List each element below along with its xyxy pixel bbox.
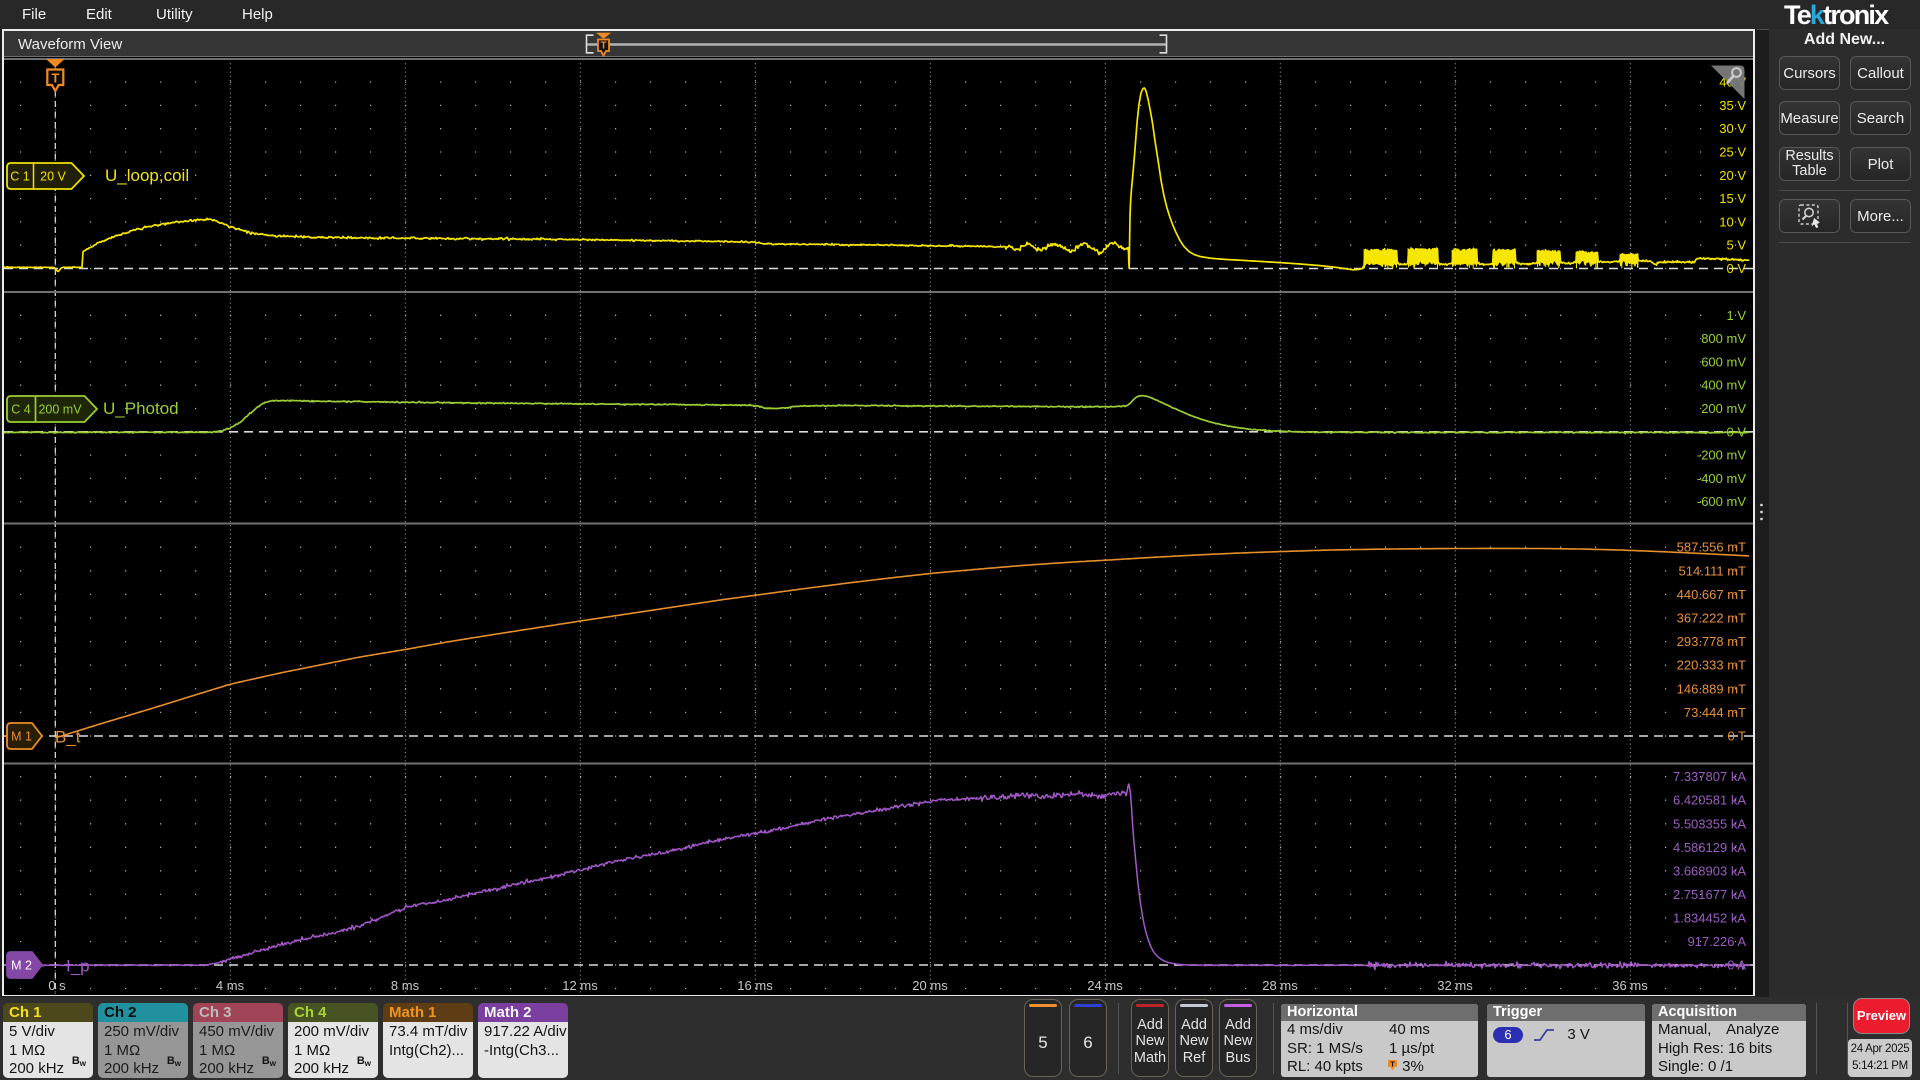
svg-text:0 A: 0 A <box>1727 958 1746 973</box>
svg-text:200 mV: 200 mV <box>1701 401 1746 416</box>
svg-text:3.668903 kA: 3.668903 kA <box>1673 863 1746 878</box>
svg-text:5.503355 kA: 5.503355 kA <box>1673 816 1746 831</box>
svg-text:2.751677 kA: 2.751677 kA <box>1673 887 1746 902</box>
svg-text:30 V: 30 V <box>1719 121 1746 136</box>
svg-text:1.834452 kA: 1.834452 kA <box>1673 910 1746 925</box>
svg-text:16 ms: 16 ms <box>737 978 773 993</box>
svg-text:6.420581 kA: 6.420581 kA <box>1673 793 1746 808</box>
svg-text:440.667 mT: 440.667 mT <box>1677 587 1746 602</box>
svg-text:367.222 mT: 367.222 mT <box>1677 611 1746 626</box>
svg-text:0 V: 0 V <box>1726 424 1746 439</box>
svg-text:4 ms: 4 ms <box>216 978 245 993</box>
svg-text:C 1: C 1 <box>10 170 30 184</box>
svg-text:15 V: 15 V <box>1719 191 1746 206</box>
svg-text:0 T: 0 T <box>1727 729 1746 744</box>
svg-text:587.556 mT: 587.556 mT <box>1677 540 1746 555</box>
svg-text:T: T <box>600 40 606 51</box>
svg-text:12 ms: 12 ms <box>562 978 598 993</box>
svg-text:200 mV: 200 mV <box>38 403 82 417</box>
svg-text:M 1: M 1 <box>11 730 32 744</box>
svg-text:28 ms: 28 ms <box>1262 978 1298 993</box>
svg-text:32 ms: 32 ms <box>1437 978 1473 993</box>
svg-text:20 V: 20 V <box>1719 168 1746 183</box>
svg-text:20 V: 20 V <box>40 170 66 184</box>
svg-text:400 mV: 400 mV <box>1701 378 1746 393</box>
svg-text:-400 mV: -400 mV <box>1697 471 1746 486</box>
svg-text:M 2: M 2 <box>11 959 32 973</box>
svg-text:25 V: 25 V <box>1719 145 1746 160</box>
svg-text:10 V: 10 V <box>1719 214 1746 229</box>
svg-text:20 ms: 20 ms <box>912 978 948 993</box>
svg-text:220.333 mT: 220.333 mT <box>1677 658 1746 673</box>
svg-text:T: T <box>1390 1060 1395 1069</box>
svg-text:0 s: 0 s <box>48 978 66 993</box>
svg-text:I_p: I_p <box>66 957 90 976</box>
svg-text:C 4: C 4 <box>11 403 31 417</box>
svg-text:-200 mV: -200 mV <box>1697 448 1746 463</box>
svg-text:7.337807 kA: 7.337807 kA <box>1673 769 1746 784</box>
svg-text:-600 mV: -600 mV <box>1697 494 1746 509</box>
svg-text:U_loop,coil: U_loop,coil <box>105 166 189 185</box>
svg-text:U_Photod: U_Photod <box>103 399 179 418</box>
svg-text:24 ms: 24 ms <box>1087 978 1123 993</box>
svg-text:146.889 mT: 146.889 mT <box>1677 681 1746 696</box>
svg-text:35 V: 35 V <box>1719 98 1746 113</box>
svg-text:514.111 mT: 514.111 mT <box>1679 563 1747 578</box>
svg-text:293.778 mT: 293.778 mT <box>1677 634 1746 649</box>
svg-text:1 V: 1 V <box>1726 308 1746 323</box>
svg-text:T: T <box>51 71 59 86</box>
svg-text:0 V: 0 V <box>1726 261 1746 276</box>
svg-text:600 mV: 600 mV <box>1701 354 1746 369</box>
svg-text:73.444 mT: 73.444 mT <box>1684 705 1746 720</box>
svg-text:917.226 A: 917.226 A <box>1687 934 1746 949</box>
svg-text:36 ms: 36 ms <box>1612 978 1648 993</box>
svg-text:5 V: 5 V <box>1726 238 1746 253</box>
svg-text:4.586129 kA: 4.586129 kA <box>1673 840 1746 855</box>
svg-text:B_t: B_t <box>55 728 81 747</box>
svg-text:800 mV: 800 mV <box>1701 331 1746 346</box>
svg-text:8 ms: 8 ms <box>391 978 420 993</box>
